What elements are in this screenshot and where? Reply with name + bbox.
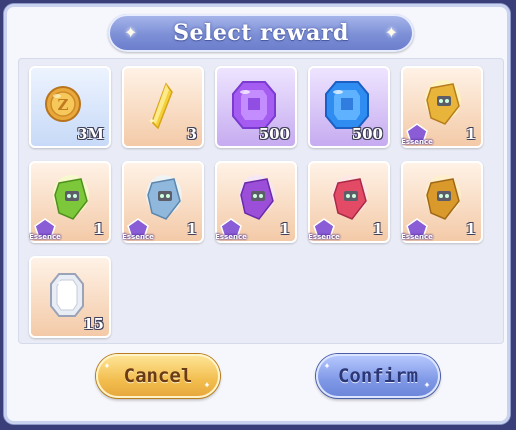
sparkle-icon: ✦ (384, 23, 398, 42)
reward-quantity: 1 (465, 125, 476, 143)
reward-quantity: 3 (186, 125, 197, 143)
reward-slot-purple-gem[interactable]: 500 (215, 66, 297, 148)
essence-badge-label: Essence (401, 138, 433, 146)
essence-badge-label: Essence (29, 233, 61, 241)
dialog-title-bar: ✦ Select reward ✦ (108, 14, 414, 52)
reward-slot-essence-orange[interactable]: Essence 1 (401, 161, 483, 243)
confirm-button[interactable]: ✦ Confirm ✦ (316, 354, 440, 398)
reward-slot-silver-crystal[interactable]: 15 (29, 256, 111, 338)
reward-slot-essence-red[interactable]: Essence 1 (308, 161, 390, 243)
reward-slot-gold-coin[interactable]: Z 3M (29, 66, 111, 148)
sparkle-icon: ✦ (203, 379, 210, 390)
essence-badge-label: Essence (122, 233, 154, 241)
confirm-button-label: Confirm (337, 365, 419, 387)
reward-quantity: 1 (372, 220, 383, 238)
sparkle-icon: ✦ (124, 23, 138, 42)
reward-slot-essence-purple[interactable]: Essence 1 (215, 161, 297, 243)
svg-text:Z: Z (58, 96, 69, 114)
reward-quantity: 1 (186, 220, 197, 238)
reward-grid: Z 3M ✦ 3 500 500 Essence 1 Essence 1 Ess… (29, 66, 483, 338)
reward-quantity: 1 (465, 220, 476, 238)
essence-badge-label: Essence (215, 233, 247, 241)
reward-grid-panel: Z 3M ✦ 3 500 500 Essence 1 Essence 1 Ess… (18, 58, 504, 344)
sparkle-icon: ✦ (423, 379, 430, 390)
select-reward-dialog: ✦ Select reward ✦ Z 3M ✦ 3 500 500 Essen… (4, 4, 510, 424)
essence-badge-label: Essence (401, 233, 433, 241)
essence-badge-label: Essence (308, 233, 340, 241)
cancel-button-label: Cancel (123, 365, 193, 387)
sparkle-icon: ✦ (324, 360, 331, 371)
reward-slot-yellow-shard[interactable]: ✦ 3 (122, 66, 204, 148)
dialog-title: Select reward (173, 20, 349, 46)
sparkle-icon: ✦ (104, 360, 111, 371)
reward-quantity: 500 (258, 125, 290, 143)
reward-quantity: 3M (76, 125, 104, 143)
cancel-button[interactable]: ✦ Cancel ✦ (96, 354, 220, 398)
reward-slot-essence-blue[interactable]: Essence 1 (122, 161, 204, 243)
reward-slot-blue-gem[interactable]: 500 (308, 66, 390, 148)
reward-slot-essence-green[interactable]: Essence 1 (29, 161, 111, 243)
reward-quantity: 1 (93, 220, 104, 238)
svg-text:✦: ✦ (148, 117, 156, 127)
reward-quantity: 500 (351, 125, 383, 143)
reward-quantity: 15 (83, 315, 104, 333)
reward-quantity: 1 (279, 220, 290, 238)
reward-slot-essence-gold[interactable]: Essence 1 (401, 66, 483, 148)
